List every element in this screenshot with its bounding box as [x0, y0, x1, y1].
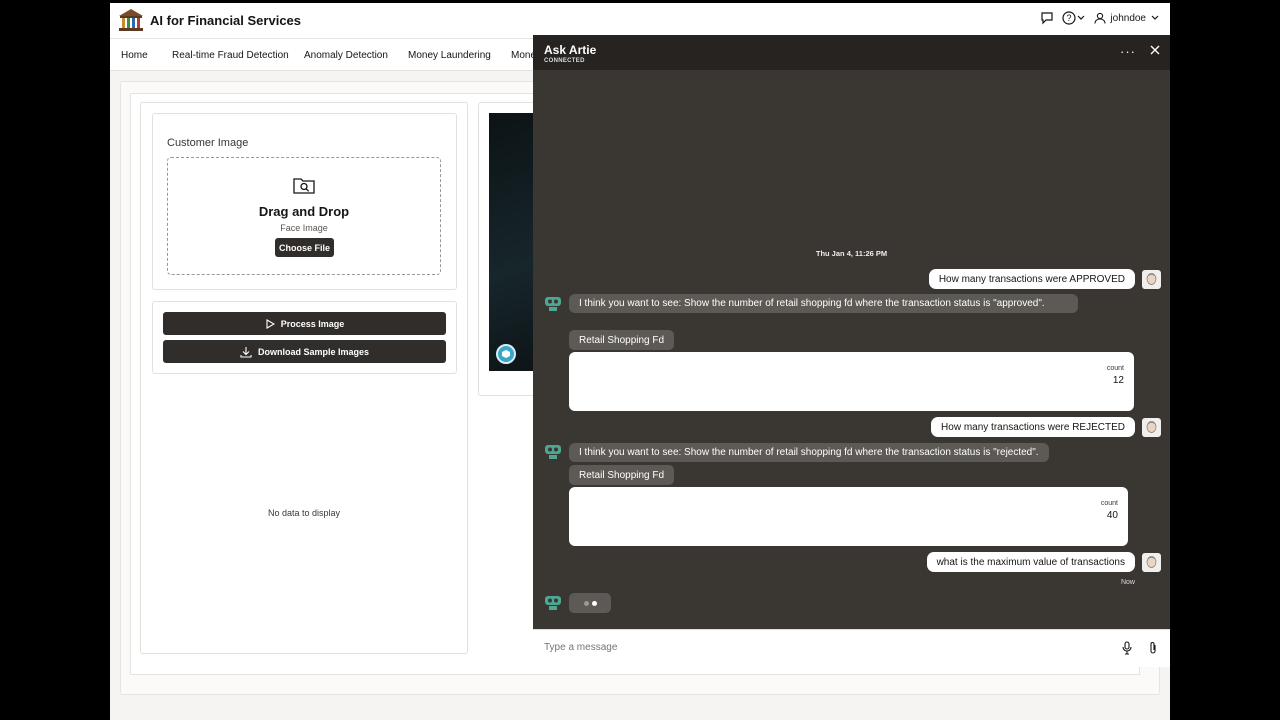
bot-message: I think you want to see: Show the number…	[569, 443, 1049, 462]
chevron-down-icon	[1077, 15, 1085, 20]
chat-header: Ask Artie CONNECTED ···	[533, 35, 1170, 70]
typing-indicator	[569, 593, 611, 613]
chat-panel: Ask Artie CONNECTED ··· Thu Jan 4, 11:26…	[533, 35, 1170, 667]
message-time: Now	[1120, 579, 1135, 586]
drag-drop-subtitle: Face Image	[280, 223, 328, 233]
svg-text:?: ?	[1067, 13, 1072, 23]
user-message: How many transactions were REJECTED	[931, 417, 1135, 437]
user-name: johndoe	[1110, 12, 1146, 24]
result-card: count 12	[569, 352, 1134, 411]
assistant-launcher-icon[interactable]	[496, 344, 516, 364]
nav-item-fraud-detection[interactable]: Real-time Fraud Detection	[172, 50, 289, 61]
app-title: AI for Financial Services	[150, 13, 302, 28]
download-samples-button[interactable]: Download Sample Images	[163, 340, 446, 363]
bank-logo-icon	[119, 9, 143, 31]
result-chip[interactable]: Retail Shopping Fd	[569, 330, 675, 350]
close-icon[interactable]	[1149, 44, 1161, 56]
more-options-icon[interactable]: ···	[1120, 44, 1136, 59]
help-icon: ?	[1062, 11, 1077, 25]
user-avatar-icon	[1146, 556, 1157, 568]
message-input[interactable]	[544, 642, 1084, 653]
nav-item-money-laundering[interactable]: Money Laundering	[408, 50, 491, 61]
paperclip-icon[interactable]	[1147, 641, 1159, 655]
process-image-label: Process Image	[280, 318, 345, 329]
user-avatar	[1142, 418, 1161, 437]
download-icon	[240, 346, 252, 358]
result-value: 12	[1112, 375, 1124, 386]
help-menu-button[interactable]: ?	[1062, 11, 1086, 25]
result-chip[interactable]: Retail Shopping Fd	[569, 465, 675, 485]
user-message: How many transactions were APPROVED	[928, 269, 1135, 289]
result-label: count	[1100, 500, 1118, 507]
no-data-message: No data to display	[267, 508, 341, 518]
chat-input-bar	[533, 629, 1170, 667]
download-samples-label: Download Sample Images	[257, 346, 370, 357]
folder-search-icon	[293, 178, 315, 194]
nav-item-anomaly-detection[interactable]: Anomaly Detection	[304, 50, 388, 61]
user-icon	[1094, 12, 1106, 24]
play-icon	[266, 318, 275, 329]
video-preview[interactable]	[489, 113, 539, 371]
bot-avatar-icon	[545, 596, 561, 610]
user-menu-button[interactable]: johndoe	[1094, 12, 1160, 24]
user-avatar-icon	[1146, 273, 1157, 285]
microphone-icon[interactable]	[1121, 641, 1133, 655]
chat-title: Ask Artie	[544, 43, 597, 57]
user-message: what is the maximum value of transaction…	[926, 552, 1135, 572]
nav-item-home[interactable]: Home	[121, 50, 148, 61]
result-card: count 40	[569, 487, 1128, 546]
user-avatar	[1142, 270, 1161, 289]
process-image-button[interactable]: Process Image	[163, 312, 446, 335]
result-value: 40	[1106, 510, 1118, 521]
connection-status: CONNECTED	[544, 58, 585, 64]
chevron-down-icon	[1151, 15, 1159, 20]
bot-avatar-icon	[545, 445, 561, 459]
top-header: AI for Financial Services ? johndoe	[110, 3, 1170, 39]
user-avatar	[1142, 553, 1161, 572]
conversation-timestamp: Thu Jan 4, 11:26 PM	[815, 249, 888, 258]
result-label: count	[1106, 365, 1124, 372]
choose-file-button[interactable]: Choose File	[275, 238, 334, 257]
drag-drop-title: Drag and Drop	[258, 204, 350, 219]
user-avatar-icon	[1146, 421, 1157, 433]
bot-message: I think you want to see: Show the number…	[569, 294, 1078, 313]
bot-avatar-icon	[545, 297, 561, 311]
chat-bubble-icon[interactable]	[1040, 11, 1054, 25]
customer-image-label: Customer Image	[167, 137, 249, 149]
